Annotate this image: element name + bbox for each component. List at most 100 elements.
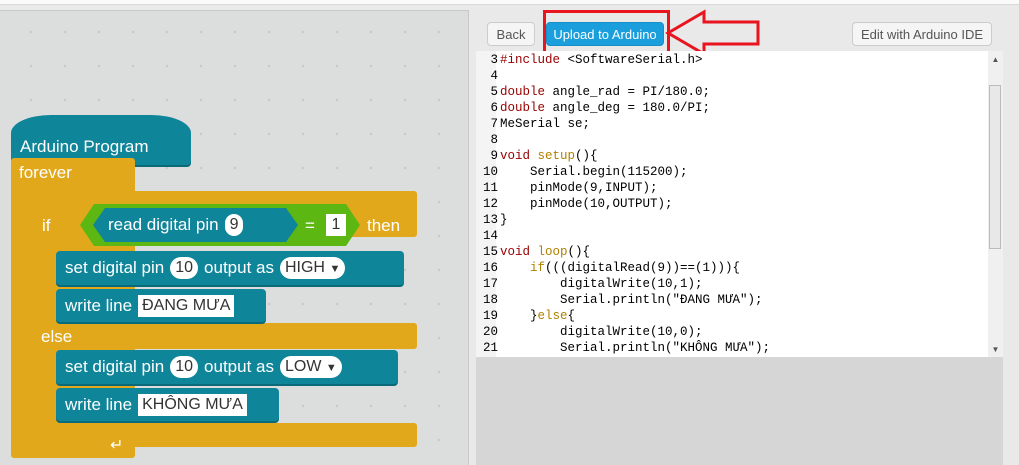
edit-with-arduino-ide-button[interactable]: Edit with Arduino IDE (852, 22, 992, 46)
code-token: Serial.println("KHÔNG MƯA"); (500, 341, 771, 355)
code-line: Serial.begin(115200); (500, 165, 688, 179)
code-token: #include (500, 53, 561, 67)
line-number: 6 (490, 101, 498, 115)
code-token: Serial.begin(115200); (500, 165, 688, 179)
line-number: 13 (482, 213, 498, 227)
code-line: void setup(){ (500, 149, 598, 163)
line-number: 11 (482, 181, 498, 195)
code-line: MeSerial se; (500, 117, 590, 131)
code-line: }else{ (500, 309, 575, 323)
line-number: 20 (482, 325, 498, 339)
write-label: write line (65, 394, 133, 414)
else-bar (33, 323, 417, 349)
line-number: 12 (482, 197, 498, 211)
loop-arrow-icon: ↵ (110, 437, 124, 454)
write-text-input[interactable]: ĐANG MƯA (138, 294, 235, 317)
read-pin-input[interactable]: 9 (224, 214, 244, 236)
write-label: write line (65, 295, 133, 315)
set-digital-pin-block[interactable]: set digital pin 10 output as LOW ▼ (56, 350, 398, 384)
code-token: digitalWrite(10,1); (500, 277, 703, 291)
forever-label: forever (19, 163, 72, 182)
scroll-up-icon[interactable]: ▲ (988, 55, 1003, 64)
pin-input[interactable]: 10 (170, 356, 199, 378)
code-line: Serial.println("KHÔNG MƯA"); (500, 341, 770, 355)
else-label: else (41, 327, 73, 346)
read-label: read digital pin (108, 215, 219, 234)
set-label: set digital pin (65, 258, 165, 277)
then-label: then (367, 216, 401, 235)
arrow-annotation-icon (665, 9, 760, 56)
code-token: pinMode(9,INPUT); (500, 181, 658, 195)
hat-label: Arduino Program (20, 137, 149, 156)
code-token: loop (537, 245, 568, 259)
output-as-label: output as (204, 357, 274, 376)
block-workspace[interactable]: Arduino Program forever if else then rea… (0, 10, 469, 465)
code-token: Serial.println("ĐANG MƯA"); (500, 293, 763, 307)
line-number: 17 (482, 277, 498, 291)
if-block-bottom (33, 423, 417, 447)
scroll-down-icon[interactable]: ▼ (988, 345, 1003, 354)
code-token: <SoftwareSerial.h> (560, 53, 703, 67)
highlight-box (543, 10, 670, 54)
code-line: pinMode(10,OUTPUT); (500, 197, 673, 211)
line-number: 19 (482, 309, 498, 323)
code-token: digitalWrite(10,0); (500, 325, 703, 339)
code-token: } (500, 213, 508, 227)
line-number: 4 (490, 69, 498, 83)
line-number: 9 (490, 149, 498, 163)
write-line-block[interactable]: write line KHÔNG MƯA (56, 388, 279, 421)
line-number: 21 (482, 341, 498, 355)
code-line: } (500, 213, 508, 227)
code-token: pinMode(10,OUTPUT); (500, 197, 673, 211)
code-editor[interactable]: 3 #include <SoftwareSerial.h> 4 5 double ang… (476, 51, 988, 357)
if-label: if (42, 216, 51, 235)
code-token: (){ (567, 245, 591, 259)
code-line: Serial.println("ĐANG MƯA"); (500, 293, 763, 307)
equals-sign: = (305, 216, 315, 235)
level-dropdown[interactable]: LOW ▼ (279, 356, 342, 378)
level-dropdown[interactable]: HIGH ▼ (279, 257, 346, 279)
line-number: 10 (482, 165, 498, 179)
code-line: double angle_rad = PI/180.0; (500, 85, 710, 99)
write-line-block[interactable]: write line ĐANG MƯA (56, 289, 266, 322)
code-line: double angle_deg = 180.0/PI; (500, 101, 710, 115)
write-text-input[interactable]: KHÔNG MƯA (138, 393, 247, 416)
code-line: void loop(){ (500, 245, 590, 259)
code-line: digitalWrite(10,0); (500, 325, 703, 339)
code-token: } (500, 309, 538, 323)
line-number: 5 (490, 85, 498, 99)
code-token: angle_rad = PI/180.0; (545, 85, 711, 99)
code-token: if (530, 261, 546, 275)
code-token: double (500, 85, 546, 99)
line-number: 3 (490, 53, 498, 67)
code-token: (){ (575, 149, 598, 163)
level-value: LOW (284, 358, 322, 375)
pin-input[interactable]: 10 (170, 257, 199, 279)
line-number: 18 (482, 293, 498, 307)
back-button[interactable]: Back (487, 22, 535, 46)
compare-value-input[interactable]: 1 (326, 214, 346, 236)
line-number: 15 (482, 245, 498, 259)
code-token: MeSerial se; (500, 117, 591, 131)
set-label: set digital pin (65, 357, 165, 376)
line-number: 7 (490, 117, 498, 131)
code-token: { (567, 309, 576, 323)
chevron-down-icon: ▼ (329, 263, 341, 275)
code-line: if(((digitalRead(9))==(1))){ (500, 261, 740, 275)
read-digital-pin-block[interactable]: read digital pin 9 (93, 208, 298, 242)
line-number: 8 (490, 133, 498, 147)
editor-footer-area (476, 357, 1003, 465)
chevron-down-icon: ▼ (325, 362, 337, 374)
line-number: 14 (482, 229, 498, 243)
top-border (0, 0, 1019, 5)
line-number: 16 (482, 261, 498, 275)
code-token: setup (537, 149, 576, 163)
set-digital-pin-block[interactable]: set digital pin 10 output as HIGH ▼ (56, 251, 404, 285)
code-token: void (500, 245, 531, 259)
code-token: angle_deg = 180.0/PI; (545, 101, 711, 115)
code-line: pinMode(9,INPUT); (500, 181, 658, 195)
scrollbar-thumb[interactable] (989, 85, 1001, 249)
